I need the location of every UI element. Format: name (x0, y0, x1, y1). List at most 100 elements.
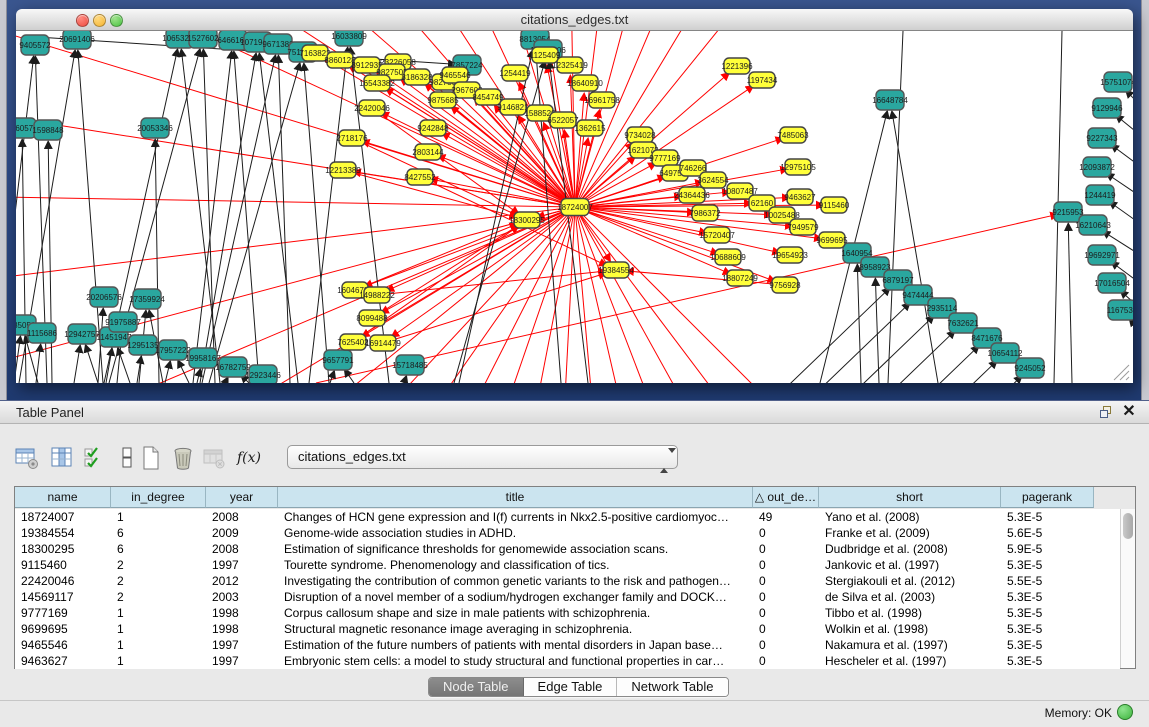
table-cell[interactable]: 5.3E-5 (1001, 605, 1094, 621)
column-header-in_degree[interactable]: in_degree (111, 487, 206, 508)
network-node[interactable]: 20691406 (59, 31, 95, 49)
tab-edge-table[interactable]: Edge Table (524, 678, 618, 696)
table-row[interactable]: 946554611997Estimation of the future num… (15, 637, 1120, 653)
network-node[interactable]: 22420046 (354, 100, 390, 116)
table-cell[interactable]: Stergiakouli et al. (2012) (819, 573, 1001, 589)
network-node[interactable]: 16543382 (359, 75, 395, 91)
table-row[interactable]: 911546021997Tourette syndrome. Phenomeno… (15, 557, 1120, 573)
table-row[interactable]: 2242004622012Investigating the contribut… (15, 573, 1120, 589)
table-cell[interactable]: Estimation of the future numbers of pati… (278, 637, 753, 653)
window-titlebar[interactable]: citations_edges.txt (16, 9, 1133, 31)
network-node[interactable]: 12923446 (245, 365, 281, 383)
network-node[interactable]: 2803144 (412, 144, 444, 160)
table-cell[interactable]: 1 (111, 637, 206, 653)
table-cell[interactable]: Dudbridge et al. (2008) (819, 541, 1001, 557)
table-cell[interactable]: Embryonic stem cells: a model to study s… (278, 653, 753, 669)
table-cell[interactable]: 2008 (206, 541, 278, 557)
table-cell[interactable]: 1 (111, 605, 206, 621)
network-node[interactable]: 17359924 (129, 289, 165, 309)
table-cell[interactable]: 1 (111, 509, 206, 525)
network-node[interactable]: 12975105 (780, 159, 816, 175)
column-header-short[interactable]: short (819, 487, 1001, 508)
table-cell[interactable]: 1997 (206, 637, 278, 653)
table-cell[interactable]: Yano et al. (2008) (819, 509, 1001, 525)
table-cell[interactable]: 0 (753, 589, 819, 605)
network-node[interactable]: 7949579 (787, 219, 819, 235)
network-canvas[interactable]: 9405572206914061065328715276026466161107… (16, 31, 1133, 383)
table-cell[interactable]: 5.3E-5 (1001, 621, 1094, 637)
network-node[interactable]: 24364436 (674, 187, 710, 203)
table-cell[interactable]: 22420046 (15, 573, 111, 589)
window-resize-grip[interactable] (1114, 365, 1129, 380)
table-row[interactable]: 1872400712008Changes of HCN gene express… (15, 509, 1120, 525)
table-cell[interactable]: Investigating the contribution of common… (278, 573, 753, 589)
table-cell[interactable]: Changes of HCN gene expression and I(f) … (278, 509, 753, 525)
network-node[interactable]: 1221396 (721, 58, 753, 74)
network-node[interactable]: 8186328 (401, 69, 433, 85)
network-node[interactable]: 12093872 (1079, 157, 1115, 177)
table-cell[interactable]: 0 (753, 621, 819, 637)
table-cell[interactable]: 2 (111, 557, 206, 573)
network-node[interactable]: 19384554 (598, 262, 634, 278)
network-node[interactable]: 9129946 (1091, 98, 1123, 118)
column-header-pagerank[interactable]: pagerank (1001, 487, 1094, 508)
network-node[interactable]: 18724007 (557, 199, 593, 216)
table-cell[interactable]: Structural magnetic resonance image aver… (278, 621, 753, 637)
table-cell[interactable]: 9463627 (15, 653, 111, 669)
network-node[interactable]: 1598848 (32, 120, 64, 140)
table-cell[interactable]: 1997 (206, 557, 278, 573)
function-builder-fx-icon[interactable]: f(x) (236, 445, 262, 471)
table-cell[interactable]: 2003 (206, 589, 278, 605)
table-cell[interactable]: Wolkin et al. (1998) (819, 621, 1001, 637)
network-node[interactable]: 10688609 (710, 249, 746, 265)
table-cell[interactable]: 0 (753, 541, 819, 557)
table-row[interactable]: 969969511998Structural magnetic resonanc… (15, 621, 1120, 637)
table-mode-icon[interactable] (14, 445, 40, 471)
table-row[interactable]: 977716911998Corpus callosum shape and si… (15, 605, 1120, 621)
column-header-out_de[interactable]: △ out_de… (753, 487, 819, 508)
window-resize-grip[interactable] (1126, 377, 1129, 380)
network-node[interactable]: 9699695 (816, 232, 848, 248)
column-select-checks-icon[interactable] (82, 445, 108, 471)
table-cell[interactable]: 9465546 (15, 637, 111, 653)
network-node[interactable]: 1125409 (530, 47, 561, 63)
table-cell[interactable]: 0 (753, 525, 819, 541)
table-row[interactable]: 946362711997Embryonic stem cells: a mode… (15, 653, 1120, 669)
network-node[interactable]: 16210643 (1075, 215, 1111, 235)
table-cell[interactable]: Corpus callosum shape and size in male p… (278, 605, 753, 621)
network-node[interactable]: 9465546 (439, 67, 471, 83)
network-node[interactable]: 9242848 (417, 120, 449, 136)
network-node[interactable]: 1115686 (27, 323, 58, 343)
table-cell[interactable]: Nakamura et al. (1997) (819, 637, 1001, 653)
network-graph[interactable]: 9405572206914061065328715276026466161107… (16, 31, 1133, 383)
table-cell[interactable]: 14569117 (15, 589, 111, 605)
network-node[interactable]: 20053346 (137, 118, 173, 138)
table-cell[interactable]: de Silva et al. (2003) (819, 589, 1001, 605)
table-cell[interactable]: Franke et al. (2009) (819, 525, 1001, 541)
network-node[interactable]: 19692971 (1084, 245, 1120, 265)
table-row[interactable]: 1456911722003Disruption of a novel membe… (15, 589, 1120, 605)
network-node[interactable]: 16033809 (331, 31, 367, 46)
table-cell[interactable]: 1 (111, 621, 206, 637)
network-node[interactable]: 9463627 (784, 189, 816, 205)
network-node[interactable]: 18300295 (509, 212, 545, 228)
row-height-icon[interactable] (114, 445, 140, 471)
network-node[interactable]: 16961758 (584, 92, 620, 108)
table-cell[interactable]: 18300295 (15, 541, 111, 557)
table-scrollbar-thumb[interactable] (1123, 513, 1133, 539)
table-cell[interactable]: Estimation of significance thresholds fo… (278, 541, 753, 557)
network-node[interactable]: 9227343 (1086, 128, 1118, 148)
table-cell[interactable]: Hescheler et al. (1997) (819, 653, 1001, 669)
table-cell[interactable]: 0 (753, 573, 819, 589)
table-cell[interactable]: 9699695 (15, 621, 111, 637)
network-node[interactable]: 15718485 (392, 355, 428, 375)
network-node[interactable]: 9875685 (427, 92, 459, 108)
table-cell[interactable]: Tibbo et al. (1998) (819, 605, 1001, 621)
network-node[interactable]: 7986372 (689, 205, 721, 221)
table-cell[interactable]: 1998 (206, 621, 278, 637)
table-cell[interactable]: Genome-wide association studies in ADHD. (278, 525, 753, 541)
table-cell[interactable]: 5.3E-5 (1001, 509, 1094, 525)
table-cell[interactable]: 0 (753, 653, 819, 669)
table-cell[interactable]: 0 (753, 605, 819, 621)
table-cell[interactable]: 5.9E-5 (1001, 541, 1094, 557)
